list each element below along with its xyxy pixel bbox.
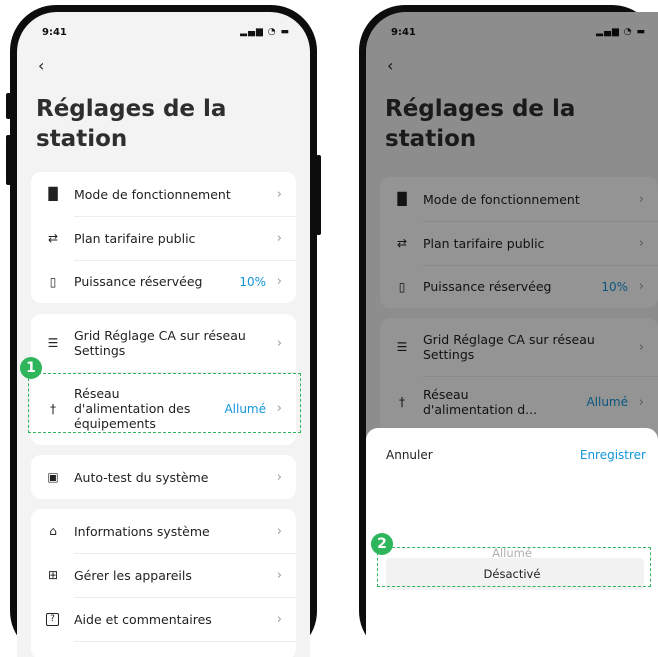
menu-item-label: Gérer les appareils bbox=[74, 567, 192, 583]
chevron-right-icon: › bbox=[276, 469, 282, 485]
menu-item-reserved-power[interactable]: ▯ Puissance réservéeg 10% › bbox=[31, 260, 296, 303]
chevron-right-icon: › bbox=[276, 230, 282, 246]
divider bbox=[74, 641, 296, 642]
page-title: Réglages de la station bbox=[36, 96, 227, 152]
back-button[interactable]: ‹ bbox=[38, 56, 44, 75]
callout-highlight-1 bbox=[28, 373, 301, 433]
chevron-right-icon: › bbox=[276, 335, 282, 351]
menu-item-manage-devices[interactable]: ⊞ Gérer les appareils › bbox=[31, 553, 296, 597]
grid-settings-icon: ☰ bbox=[47, 336, 59, 350]
menu-item-operating-mode[interactable]: █ Mode de fonctionnement › bbox=[31, 172, 296, 216]
selftest-icon: ▣ bbox=[47, 470, 59, 484]
screen-left: 9:41 ▂▄▆ ◔ ▬ ‹ Réglages de la station █ … bbox=[17, 12, 310, 657]
devices-icon: ⊞ bbox=[47, 568, 59, 582]
picker-sheet: Annuler Enregistrer Allumé Désactivé bbox=[366, 428, 658, 657]
callout-badge-2: 2 bbox=[371, 533, 393, 555]
side-button bbox=[316, 155, 321, 235]
callout-highlight-2 bbox=[377, 547, 651, 587]
phone-frame-left: 9:41 ▂▄▆ ◔ ▬ ‹ Réglages de la station █ … bbox=[6, 5, 321, 657]
status-icons: ▂▄▆ ◔ ▬ bbox=[240, 27, 290, 37]
chevron-right-icon: › bbox=[276, 186, 282, 202]
menu-item-label: Grid Réglage CA sur réseau Settings bbox=[74, 328, 246, 358]
system-info-icon: ⌂ bbox=[49, 524, 57, 538]
help-icon: ? bbox=[46, 612, 59, 626]
menu-item-public-tariff[interactable]: ⇄ Plan tarifaire public › bbox=[31, 216, 296, 260]
cancel-button[interactable]: Annuler bbox=[386, 448, 433, 462]
menu-item-label: Aide et commentaires bbox=[74, 611, 212, 627]
save-button[interactable]: Enregistrer bbox=[580, 448, 646, 462]
settings-card-4: ⌂ Informations système › ⊞ Gérer les app… bbox=[31, 509, 296, 657]
chevron-right-icon: › bbox=[276, 523, 282, 539]
menu-item-label: Informations système bbox=[74, 523, 210, 539]
menu-item-label: Puissance réservéeg bbox=[74, 274, 203, 289]
side-button bbox=[6, 93, 11, 119]
chevron-right-icon: › bbox=[276, 567, 282, 583]
chevron-right-icon: › bbox=[276, 274, 282, 289]
menu-item-help[interactable]: ? Aide et commentaires › bbox=[31, 597, 296, 641]
tariff-icon: ⇄ bbox=[47, 231, 59, 245]
menu-item-self-test[interactable]: ▣ Auto-test du système › bbox=[31, 455, 296, 499]
menu-item-label: Mode de fonctionnement bbox=[74, 186, 231, 202]
side-button bbox=[6, 135, 11, 185]
battery-icon: ▯ bbox=[49, 274, 57, 289]
reserved-power-value: 10% bbox=[239, 274, 266, 289]
menu-item-label: Auto-test du système bbox=[74, 469, 209, 485]
menu-item-label: Plan tarifaire public bbox=[74, 230, 196, 246]
menu-item-system-info[interactable]: ⌂ Informations système › bbox=[31, 509, 296, 553]
status-time: 9:41 bbox=[42, 27, 67, 38]
building-icon: █ bbox=[48, 187, 58, 201]
settings-card-3: ▣ Auto-test du système › bbox=[31, 455, 296, 499]
chevron-right-icon: › bbox=[276, 611, 282, 627]
settings-card-1: █ Mode de fonctionnement › ⇄ Plan tarifa… bbox=[31, 172, 296, 303]
callout-badge-1: 1 bbox=[20, 357, 42, 379]
menu-item-grid-settings[interactable]: ☰ Grid Réglage CA sur réseau Settings › bbox=[31, 314, 296, 372]
